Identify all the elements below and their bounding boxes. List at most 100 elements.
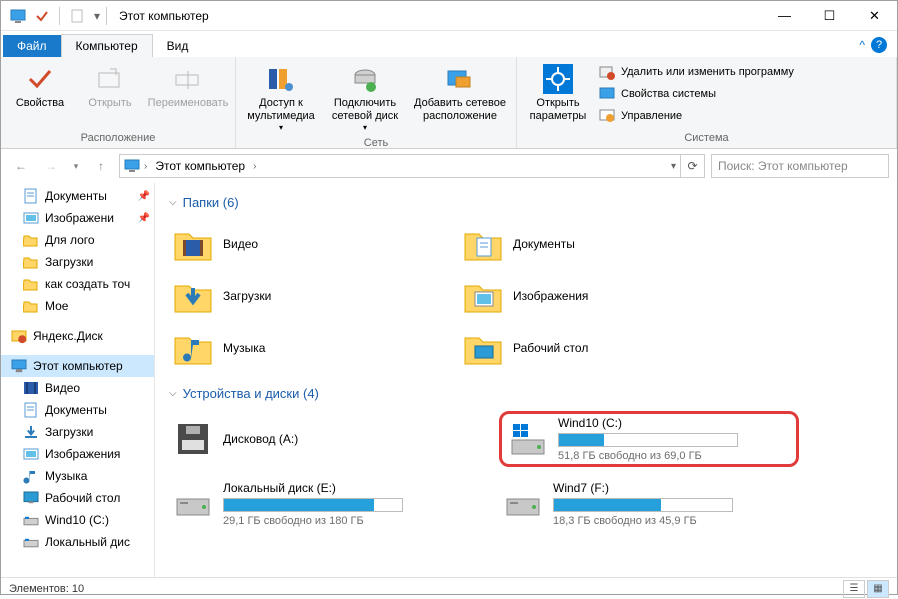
capacity-bar: [553, 498, 733, 512]
help-icon[interactable]: ?: [871, 37, 887, 53]
chevron-right-icon[interactable]: ›: [144, 161, 147, 172]
qat-separator: [59, 7, 60, 25]
folder-item[interactable]: Документы: [459, 220, 719, 268]
folder-label: Документы: [513, 237, 575, 251]
group-label-system: Система: [521, 132, 892, 146]
gear-icon: [542, 63, 574, 95]
drive-name: Локальный диск (E:): [223, 481, 465, 495]
sidebar-item[interactable]: Изображения: [1, 443, 154, 465]
rename-button: Переименовать: [145, 59, 231, 114]
qat-dropdown-icon[interactable]: ▾: [90, 5, 104, 27]
sidebar-item[interactable]: Изображени📌: [1, 207, 154, 229]
maximize-button[interactable]: ☐: [807, 1, 852, 31]
sidebar-item-label: Загрузки: [45, 425, 93, 439]
navigation-pane[interactable]: Документы📌Изображени📌Для логоЗагрузкикак…: [1, 183, 155, 577]
folder-item[interactable]: Рабочий стол: [459, 324, 719, 372]
ribbon-tabs: Файл Компьютер Вид ^ ?: [1, 31, 897, 57]
group-header-drives[interactable]: ⌵ Устройства и диски (4): [169, 386, 883, 401]
chevron-down-icon: ⌵: [169, 197, 177, 208]
sidebar-item[interactable]: Документы📌: [1, 185, 154, 207]
recent-dropdown[interactable]: ▾: [69, 154, 83, 178]
doc-folder-icon: [463, 224, 503, 264]
capacity-bar: [223, 498, 403, 512]
sidebar-item[interactable]: Для лого: [1, 229, 154, 251]
folder-item[interactable]: Видео: [169, 220, 429, 268]
forward-button[interactable]: →: [39, 154, 63, 178]
folder-label: Видео: [223, 237, 258, 251]
sidebar-item-label: Изображения: [45, 447, 120, 461]
sidebar-item[interactable]: Загрузки: [1, 421, 154, 443]
desktop-folder-icon: [463, 328, 503, 368]
drive-item[interactable]: Локальный диск (E:) 29,1 ГБ свободно из …: [169, 477, 469, 531]
qat-properties-icon[interactable]: [31, 5, 53, 27]
crumb-root[interactable]: Этот компьютер: [151, 159, 249, 173]
folder-item[interactable]: Музыка: [169, 324, 429, 372]
window-title: Этот компьютер: [119, 9, 209, 23]
sidebar-item[interactable]: Локальный дис: [1, 531, 154, 553]
drive-item[interactable]: Дисковод (A:): [169, 411, 469, 467]
addlocation-button[interactable]: Добавить сетевое расположение: [408, 59, 512, 127]
pin-icon: 📌: [138, 191, 150, 202]
folder-icon: [23, 232, 39, 248]
drive-free-text: 51,8 ГБ свободно из 69,0 ГБ: [558, 450, 790, 462]
addlocation-icon: [444, 63, 476, 95]
sidebar-item[interactable]: как создать точ: [1, 273, 154, 295]
yadisk-icon: [11, 328, 27, 344]
qat-blank-icon[interactable]: [66, 5, 88, 27]
folder-item[interactable]: Загрузки: [169, 272, 429, 320]
sidebar-item-label: как создать точ: [45, 277, 130, 291]
sidebar-item[interactable]: Этот компьютер: [1, 355, 154, 377]
back-button[interactable]: ←: [9, 154, 33, 178]
sidebar-item[interactable]: Загрузки: [1, 251, 154, 273]
drive-item[interactable]: Wind7 (F:) 18,3 ГБ свободно из 45,9 ГБ: [499, 477, 799, 531]
sidebar-item[interactable]: Wind10 (C:): [1, 509, 154, 531]
mapdrive-button[interactable]: Подключить сетевой диск ▾: [322, 59, 408, 137]
drive-free-text: 29,1 ГБ свободно из 180 ГБ: [223, 515, 465, 527]
drive-item[interactable]: Wind10 (C:) 51,8 ГБ свободно из 69,0 ГБ: [499, 411, 799, 467]
ribbon-collapse-icon[interactable]: ^: [859, 38, 865, 52]
folder-item[interactable]: Изображения: [459, 272, 719, 320]
group-header-folders[interactable]: ⌵ Папки (6): [169, 195, 883, 210]
sysprops-button[interactable]: Свойства системы: [595, 83, 798, 105]
sidebar-item[interactable]: Музыка: [1, 465, 154, 487]
uninstall-button[interactable]: Удалить или изменить программу: [595, 61, 798, 83]
refresh-button[interactable]: ⟳: [681, 154, 705, 178]
sidebar-item[interactable]: Яндекс.Диск: [1, 325, 154, 347]
content-pane[interactable]: ⌵ Папки (6) Видео Документы Загрузки Изобра…: [155, 183, 897, 577]
search-input[interactable]: Поиск: Этот компьютер: [711, 154, 889, 178]
ribbon-group-location: Свойства Открыть Переименовать Расположе…: [1, 57, 236, 148]
drive-name: Дисковод (A:): [223, 432, 465, 446]
sidebar-item[interactable]: Рабочий стол: [1, 487, 154, 509]
system-icon[interactable]: [7, 5, 29, 27]
sidebar-item-label: Локальный дис: [45, 535, 130, 549]
properties-button[interactable]: Свойства: [5, 59, 75, 114]
breadcrumb-dropdown-icon[interactable]: ▾: [671, 161, 676, 172]
sidebar-item[interactable]: Видео: [1, 377, 154, 399]
sidebar-item[interactable]: Мое: [1, 295, 154, 317]
minimize-button[interactable]: —: [762, 1, 807, 31]
tab-file[interactable]: Файл: [3, 35, 61, 57]
tab-computer[interactable]: Компьютер: [61, 34, 153, 57]
download-folder-icon: [173, 276, 213, 316]
chevron-right-icon[interactable]: ›: [253, 161, 256, 172]
drive-icon: [503, 484, 543, 524]
tab-view[interactable]: Вид: [153, 35, 203, 57]
sysprops-icon: [599, 86, 615, 102]
uninstall-icon: [599, 64, 615, 80]
title-separator: [106, 7, 107, 25]
drive-free-text: 18,3 ГБ свободно из 45,9 ГБ: [553, 515, 795, 527]
sidebar-item-label: Мое: [45, 299, 68, 313]
drive-name: Wind10 (C:): [558, 416, 790, 430]
doc-icon: [23, 188, 39, 204]
settings-button[interactable]: Открыть параметры: [521, 59, 595, 127]
manage-button[interactable]: Управление: [595, 105, 798, 127]
up-button[interactable]: ↑: [89, 154, 113, 178]
sidebar-item[interactable]: Документы: [1, 399, 154, 421]
music-icon: [23, 468, 39, 484]
multimedia-button[interactable]: Доступ к мультимедиа ▾: [240, 59, 322, 137]
breadcrumb[interactable]: › Этот компьютер › ▾: [119, 154, 681, 178]
sidebar-item-label: Рабочий стол: [45, 491, 120, 505]
close-button[interactable]: ✕: [852, 1, 897, 31]
mapdrive-icon: [349, 63, 381, 95]
video-icon: [23, 380, 39, 396]
